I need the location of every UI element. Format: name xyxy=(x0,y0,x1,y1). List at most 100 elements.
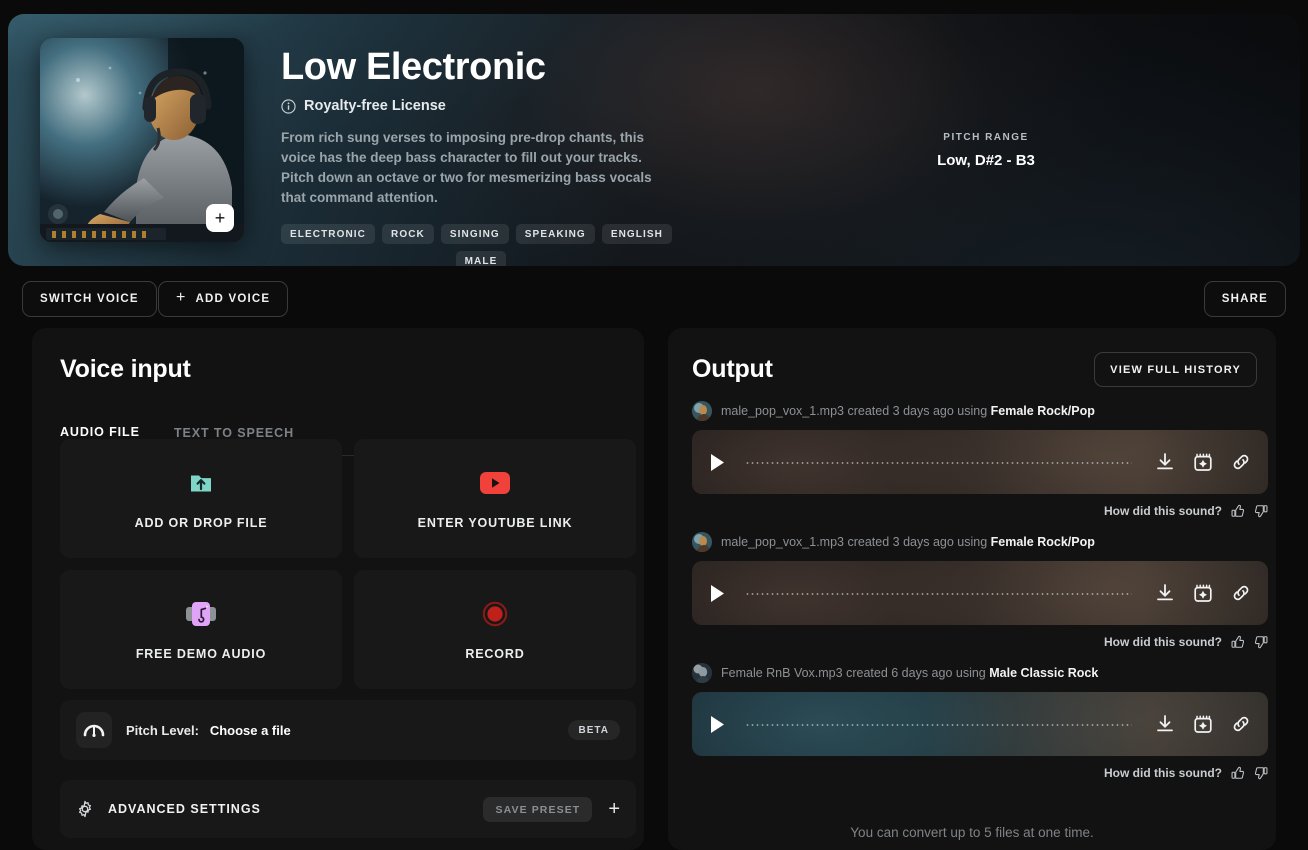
beta-badge: BETA xyxy=(567,720,620,740)
advanced-settings-label: ADVANCED SETTINGS xyxy=(108,802,261,816)
voice-info: Low Electronic Royalty-free License From… xyxy=(281,44,701,266)
thumbs-down-icon[interactable] xyxy=(1254,635,1268,649)
download-icon[interactable] xyxy=(1154,451,1176,473)
pitch-range-label: PITCH RANGE xyxy=(943,132,1029,143)
thumbs-down-icon[interactable] xyxy=(1254,504,1268,518)
play-icon[interactable] xyxy=(710,584,725,603)
share-button[interactable]: SHARE xyxy=(1203,281,1286,317)
play-icon[interactable] xyxy=(710,715,725,734)
save-preset-button[interactable]: SAVE PRESET xyxy=(483,796,593,822)
output-list: male_pop_vox_1.mp3 created 3 days ago us… xyxy=(692,398,1268,791)
pitch-level-text: Pitch Level: Choose a file xyxy=(126,723,291,738)
add-to-studio-icon[interactable] xyxy=(1192,582,1214,604)
feedback-label: How did this sound? xyxy=(1104,635,1222,649)
output-item-meta: Female RnB Vox.mp3 created 6 days ago us… xyxy=(692,660,1268,686)
upload-folder-icon xyxy=(188,468,214,498)
audio-player[interactable] xyxy=(692,692,1268,756)
output-file-name: male_pop_vox_1.mp3 xyxy=(721,404,844,418)
add-or-drop-file-label: ADD OR DROP FILE xyxy=(134,515,268,530)
output-item: male_pop_vox_1.mp3 created 3 days ago us… xyxy=(692,529,1268,651)
avatar xyxy=(692,532,712,552)
plus-icon: + xyxy=(214,208,226,228)
voice-action-bar: SWITCH VOICE + ADD VOICE SHARE xyxy=(0,281,1308,317)
output-file-name: Female RnB Vox.mp3 xyxy=(721,666,843,680)
app-root: + Low Electronic Royalty-free License Fr… xyxy=(0,0,1308,850)
voice-input-panel: Voice input AUDIO FILE TEXT TO SPEECH AD… xyxy=(32,328,644,850)
pitch-level-row[interactable]: Pitch Level: Choose a file BETA xyxy=(60,700,636,760)
tab-audio-file-label: AUDIO FILE xyxy=(60,424,140,439)
pitch-level-value: Choose a file xyxy=(209,722,291,738)
output-voice-name: Female Rock/Pop xyxy=(990,404,1095,418)
cassette-music-icon xyxy=(186,599,216,629)
feedback-label: How did this sound? xyxy=(1104,766,1222,780)
thumbs-up-icon[interactable] xyxy=(1231,766,1245,780)
download-icon[interactable] xyxy=(1154,713,1176,735)
enter-youtube-link-label: ENTER YOUTUBE LINK xyxy=(417,515,573,530)
output-footer-note: You can convert up to 5 files at one tim… xyxy=(850,825,1094,840)
share-label: SHARE xyxy=(1221,293,1268,305)
audio-player[interactable] xyxy=(692,561,1268,625)
add-to-studio-icon[interactable] xyxy=(1192,451,1214,473)
copy-link-icon[interactable] xyxy=(1230,582,1252,604)
audio-progress-track[interactable] xyxy=(745,593,1132,595)
plus-icon: + xyxy=(176,289,187,306)
tab-text-to-speech-label: TEXT TO SPEECH xyxy=(174,425,295,440)
voice-hero-card: + Low Electronic Royalty-free License Fr… xyxy=(8,14,1300,266)
feedback-row: How did this sound? xyxy=(692,502,1268,520)
output-created: created 6 days ago using xyxy=(846,666,986,680)
free-demo-audio-label: FREE DEMO AUDIO xyxy=(135,646,267,661)
thumbs-up-icon[interactable] xyxy=(1231,504,1245,518)
view-full-history-button[interactable]: VIEW FULL HISTORY xyxy=(1094,352,1257,387)
pitch-level-label: Pitch Level: xyxy=(126,722,199,738)
copy-link-icon[interactable] xyxy=(1230,713,1252,735)
output-item: Female RnB Vox.mp3 created 6 days ago us… xyxy=(692,660,1268,782)
add-voice-button[interactable]: + ADD VOICE xyxy=(158,281,289,317)
audio-progress-track[interactable] xyxy=(745,462,1132,464)
license-label: Royalty-free License xyxy=(304,98,446,114)
youtube-icon xyxy=(480,468,510,498)
thumbs-up-icon[interactable] xyxy=(1231,635,1245,649)
voice-tag[interactable]: SINGING xyxy=(440,224,509,244)
copy-link-icon[interactable] xyxy=(1230,451,1252,473)
gear-icon xyxy=(78,800,92,818)
plus-icon[interactable]: + xyxy=(608,799,620,819)
output-file-name: male_pop_vox_1.mp3 xyxy=(721,535,844,549)
add-or-drop-file-card[interactable]: ADD OR DROP FILE xyxy=(60,439,342,558)
cover-add-button[interactable]: + xyxy=(206,204,234,232)
voice-tags: ELECTRONIC ROCK SINGING SPEAKING ENGLISH… xyxy=(281,224,681,266)
avatar xyxy=(692,663,712,683)
feedback-row: How did this sound? xyxy=(692,764,1268,782)
info-icon xyxy=(281,98,296,114)
feedback-row: How did this sound? xyxy=(692,633,1268,651)
voice-tag[interactable]: ELECTRONIC xyxy=(281,224,375,244)
switch-voice-button[interactable]: SWITCH VOICE xyxy=(22,281,157,317)
download-icon[interactable] xyxy=(1154,582,1176,604)
feedback-label: How did this sound? xyxy=(1104,504,1222,518)
output-voice-name: Male Classic Rock xyxy=(989,666,1099,680)
voice-tag[interactable]: ROCK xyxy=(382,224,434,244)
output-item-label: male_pop_vox_1.mp3 created 3 days ago us… xyxy=(721,404,1095,418)
output-created: created 3 days ago using xyxy=(847,535,988,549)
output-item-label: male_pop_vox_1.mp3 created 3 days ago us… xyxy=(721,535,1095,549)
player-actions xyxy=(1154,451,1252,473)
add-voice-label: ADD VOICE xyxy=(195,293,271,305)
record-label: RECORD xyxy=(465,646,525,661)
voice-tag[interactable]: MALE xyxy=(455,251,507,266)
audio-progress-track[interactable] xyxy=(745,724,1132,726)
advanced-settings-row[interactable]: ADVANCED SETTINGS SAVE PRESET + xyxy=(60,780,636,838)
player-actions xyxy=(1154,582,1252,604)
pitch-range-block: PITCH RANGE Low, D#2 - B3 xyxy=(886,132,1086,169)
voice-tag[interactable]: ENGLISH xyxy=(601,224,672,244)
voice-input-title: Voice input xyxy=(60,355,191,383)
add-to-studio-icon[interactable] xyxy=(1192,713,1214,735)
record-card[interactable]: RECORD xyxy=(354,570,636,689)
license-row: Royalty-free License xyxy=(281,98,701,114)
enter-youtube-link-card[interactable]: ENTER YOUTUBE LINK xyxy=(354,439,636,558)
free-demo-audio-card[interactable]: FREE DEMO AUDIO xyxy=(60,570,342,689)
avatar xyxy=(692,401,712,421)
play-icon[interactable] xyxy=(710,453,725,472)
voice-tag[interactable]: SPEAKING xyxy=(515,224,595,244)
thumbs-down-icon[interactable] xyxy=(1254,766,1268,780)
audio-player[interactable] xyxy=(692,430,1268,494)
output-item-label: Female RnB Vox.mp3 created 6 days ago us… xyxy=(721,666,1098,680)
